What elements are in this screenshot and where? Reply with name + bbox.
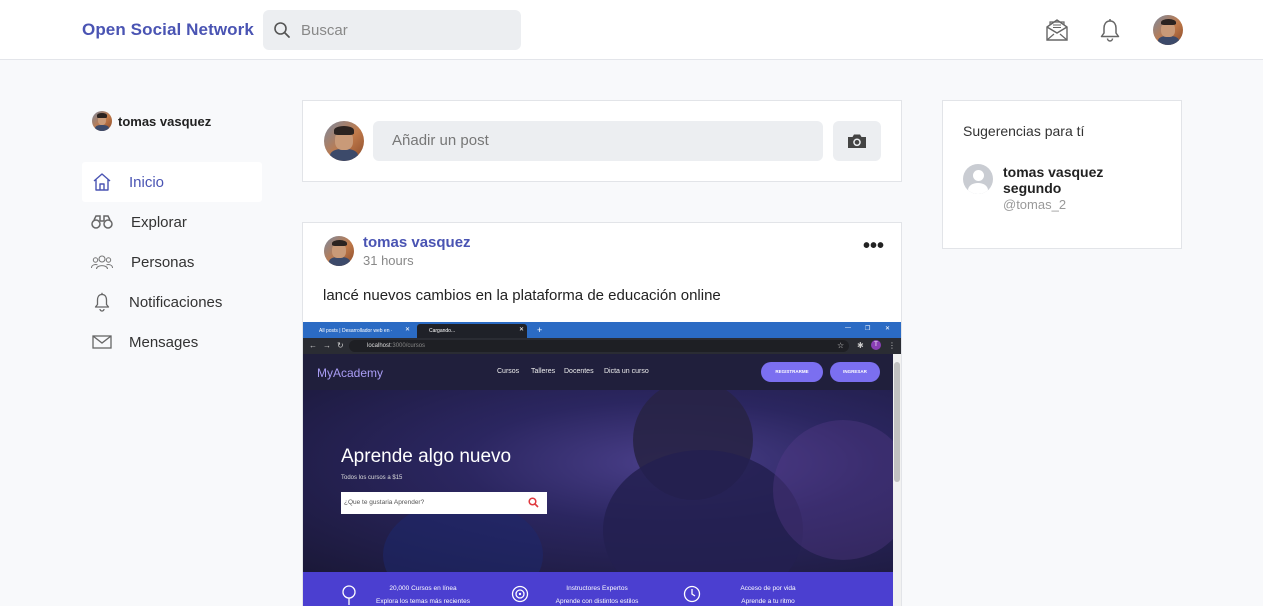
site-link: Dicta un curso (604, 368, 649, 375)
post-image[interactable]: All posts | Desarrollador web en · ✕ Car… (303, 322, 901, 606)
lightbulb-icon (342, 585, 356, 605)
site-navbar: MyAcademy Cursos Talleres Docentes Dicta… (303, 354, 893, 390)
new-post-input[interactable]: Añadir un post (373, 121, 823, 161)
site-link: Talleres (531, 368, 556, 375)
brand-logo[interactable]: Open Social Network (82, 20, 254, 40)
browser-tab: Cargando... (417, 324, 527, 338)
url-field: localhost:3000/cursos (349, 340, 849, 352)
avatar (324, 121, 364, 161)
sidebar-item-notificaciones[interactable]: Notificaciones (82, 282, 262, 322)
suggestions-title: Sugerencias para tí (963, 123, 1085, 139)
add-photo-button[interactable] (833, 121, 881, 161)
browser-tabbar: All posts | Desarrollador web en · ✕ Car… (303, 322, 901, 338)
search-icon (528, 497, 539, 508)
sidebar-item-explorar[interactable]: Explorar (82, 202, 262, 242)
sidebar-item-inicio[interactable]: Inicio (82, 162, 262, 202)
close-icon: ✕ (519, 327, 525, 333)
user-avatar[interactable] (1153, 15, 1183, 45)
suggestion-name[interactable]: tomas vasquez segundo (1003, 164, 1163, 196)
suggestion-handle: @tomas_2 (1003, 197, 1067, 212)
feature-item: Acceso de por vida Aprende a tu ritmo (740, 585, 796, 605)
sidebar-item-mensages[interactable]: Mensages (82, 322, 262, 362)
browser-scrollbar (893, 354, 901, 606)
home-icon (93, 173, 111, 191)
site-hero: Aprende algo nuevo Todos los cursos a $1… (303, 390, 893, 572)
profile-name: tomas vasquez (118, 113, 212, 129)
envelope-icon (92, 335, 112, 349)
star-icon: ☆ (837, 341, 845, 350)
bell-icon[interactable] (1099, 18, 1121, 42)
clock-icon (683, 585, 701, 603)
more-options-icon[interactable]: ••• (863, 235, 884, 258)
default-avatar-icon[interactable] (963, 164, 993, 194)
site-link: Cursos (497, 368, 520, 375)
sidebar-item-label: Explorar (131, 213, 187, 231)
post-card: tomas vasquez 31 hours ••• lancé nuevos … (302, 222, 902, 606)
post-composer: Añadir un post (302, 100, 902, 182)
top-header: Open Social Network (0, 0, 1263, 60)
forward-icon: → (323, 341, 331, 350)
browser-tab: All posts | Desarrollador web en · (319, 328, 393, 334)
sidebar-item-personas[interactable]: Personas (82, 242, 262, 282)
plus-icon: + (537, 325, 543, 335)
feature-item: Instructores Expertos Aprende con distint… (555, 585, 639, 605)
search-icon (274, 22, 290, 38)
target-icon (511, 585, 529, 603)
messages-icon[interactable] (1045, 18, 1069, 42)
minimize-icon: — (845, 325, 851, 331)
profile-icon: T (871, 340, 881, 350)
reload-icon: ↻ (337, 341, 344, 350)
site-link: Docentes (564, 368, 594, 375)
binoculars-icon (91, 215, 113, 229)
sidebar-nav: Inicio Explorar Personas Notificaciones … (82, 162, 262, 362)
post-author[interactable]: tomas vasquez (363, 234, 471, 251)
feature-item: 20,000 Cursos en línea Explora los temas … (376, 585, 470, 605)
sidebar-item-label: Mensages (129, 333, 199, 351)
sidebar-profile[interactable]: tomas vasquez (92, 111, 211, 131)
site-features: 20,000 Cursos en línea Explora los temas … (303, 572, 893, 606)
extensions-icon: ✱ (857, 341, 864, 350)
search-bar[interactable] (263, 10, 521, 50)
post-text: lancé nuevos cambios en la plataforma de… (323, 287, 721, 304)
hero-search: ¿Que te gustaria Aprender? (341, 492, 547, 514)
avatar[interactable] (324, 236, 354, 266)
back-icon: ← (309, 341, 317, 350)
sidebar-item-label: Notificaciones (129, 293, 223, 311)
post-timestamp: 31 hours (363, 253, 414, 268)
browser-urlbar: ← → ↻ localhost:3000/cursos ☆ ✱ T ⋮ (303, 338, 901, 354)
avatar (92, 111, 112, 131)
close-icon: ✕ (885, 326, 891, 332)
suggestions-panel: Sugerencias para tí tomas vasquez segund… (942, 100, 1182, 249)
bell-icon (94, 292, 110, 312)
hero-title: Aprende algo nuevo (341, 446, 512, 467)
register-button: REGISTRARME (761, 362, 823, 382)
close-icon: ✕ (405, 327, 411, 333)
people-icon (91, 255, 113, 270)
menu-icon: ⋮ (888, 341, 896, 350)
sidebar-item-label: Personas (131, 253, 195, 271)
maximize-icon: ❐ (865, 326, 871, 332)
search-input[interactable] (301, 21, 501, 39)
hero-subtitle: Todos los cursos a $15 (341, 475, 403, 481)
login-button: INGRESAR (830, 362, 880, 382)
site-logo: MyAcademy (317, 366, 384, 380)
sidebar-item-label: Inicio (129, 173, 165, 191)
camera-icon (848, 134, 866, 148)
